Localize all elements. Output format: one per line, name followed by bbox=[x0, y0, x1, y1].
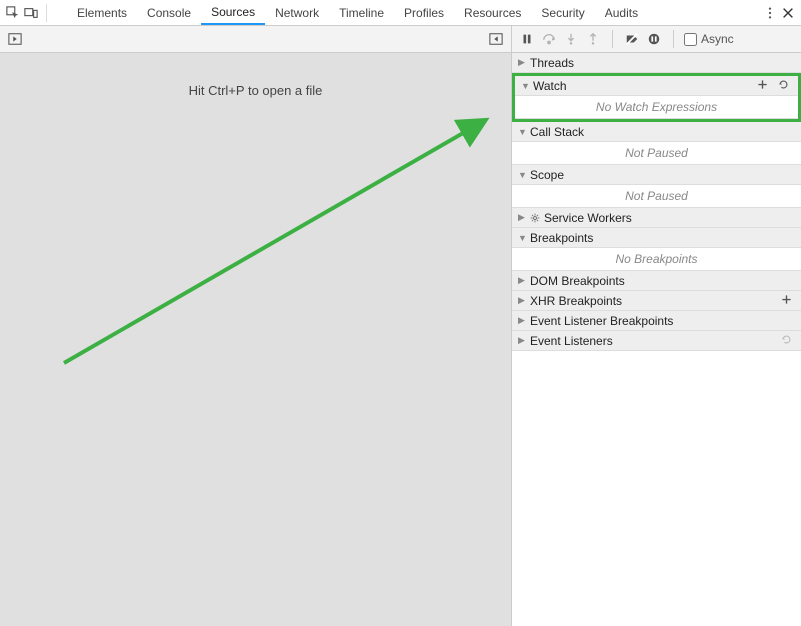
editor-area: Hit Ctrl+P to open a file bbox=[0, 53, 511, 626]
collapse-icon: ▼ bbox=[518, 127, 526, 137]
eventlistenerbp-header[interactable]: ▶ Event Listener Breakpoints bbox=[512, 311, 801, 331]
tab-label: Audits bbox=[605, 6, 638, 20]
editor-toolbar bbox=[0, 26, 511, 53]
section-label: Call Stack bbox=[530, 125, 795, 139]
collapse-icon: ▼ bbox=[521, 81, 529, 91]
section-label: Threads bbox=[530, 56, 795, 70]
tab-label: Elements bbox=[77, 6, 127, 20]
step-out-icon[interactable] bbox=[584, 30, 602, 48]
device-mode-icon[interactable] bbox=[22, 4, 40, 22]
separator bbox=[612, 30, 613, 48]
tab-network[interactable]: Network bbox=[265, 0, 329, 25]
step-into-icon[interactable] bbox=[562, 30, 580, 48]
show-debugger-icon[interactable] bbox=[487, 30, 505, 48]
inspect-element-icon[interactable] bbox=[4, 4, 22, 22]
expand-icon: ▶ bbox=[518, 335, 526, 346]
left-pane: Hit Ctrl+P to open a file bbox=[0, 26, 512, 626]
section-label: Event Listener Breakpoints bbox=[530, 314, 795, 328]
add-xhrbp-icon[interactable] bbox=[778, 294, 795, 308]
tab-label: Sources bbox=[211, 5, 255, 19]
editor-hint: Hit Ctrl+P to open a file bbox=[0, 83, 511, 98]
expand-icon: ▶ bbox=[518, 295, 526, 306]
serviceworkers-header[interactable]: ▶ Service Workers bbox=[512, 208, 801, 228]
section-label: DOM Breakpoints bbox=[530, 274, 795, 288]
tab-audits[interactable]: Audits bbox=[595, 0, 648, 25]
threads-header[interactable]: ▶ Threads bbox=[512, 53, 801, 73]
expand-icon: ▶ bbox=[518, 57, 526, 68]
annotation-arrow bbox=[0, 53, 512, 626]
eventlisteners-header[interactable]: ▶ Event Listeners bbox=[512, 331, 801, 351]
tab-security[interactable]: Security bbox=[531, 0, 594, 25]
watch-highlight: ▼ Watch No Watch Expressions bbox=[512, 73, 801, 122]
gear-icon bbox=[530, 213, 540, 223]
debugger-pane: Async ▶ Threads ▼ Watch No bbox=[512, 26, 801, 626]
tab-label: Network bbox=[275, 6, 319, 20]
scope-body: Not Paused bbox=[512, 185, 801, 208]
tab-label: Security bbox=[541, 6, 584, 20]
tab-elements[interactable]: Elements bbox=[67, 0, 137, 25]
breakpoints-body: No Breakpoints bbox=[512, 248, 801, 271]
section-label: Event Listeners bbox=[530, 334, 774, 348]
tab-label: Resources bbox=[464, 6, 521, 20]
deactivate-breakpoints-icon[interactable] bbox=[623, 30, 641, 48]
expand-icon: ▶ bbox=[518, 315, 526, 326]
tab-label: Console bbox=[147, 6, 191, 20]
async-label: Async bbox=[701, 32, 734, 46]
collapse-icon: ▼ bbox=[518, 170, 526, 180]
refresh-eventlisteners-icon[interactable] bbox=[778, 334, 795, 348]
expand-icon: ▶ bbox=[518, 212, 526, 223]
devtools-tabbar: Elements Console Sources Network Timelin… bbox=[0, 0, 801, 26]
separator bbox=[46, 4, 47, 22]
section-label: Service Workers bbox=[544, 211, 795, 225]
show-navigator-icon[interactable] bbox=[6, 30, 24, 48]
callstack-header[interactable]: ▼ Call Stack bbox=[512, 122, 801, 142]
scope-header[interactable]: ▼ Scope bbox=[512, 165, 801, 185]
debugger-toolbar: Async bbox=[512, 26, 801, 53]
async-checkbox[interactable]: Async bbox=[684, 32, 734, 46]
section-label: Breakpoints bbox=[530, 231, 795, 245]
add-watch-icon[interactable] bbox=[754, 79, 771, 93]
callstack-body: Not Paused bbox=[512, 142, 801, 165]
watch-header[interactable]: ▼ Watch bbox=[515, 76, 798, 96]
dombp-header[interactable]: ▶ DOM Breakpoints bbox=[512, 271, 801, 291]
step-over-icon[interactable] bbox=[540, 30, 558, 48]
refresh-watch-icon[interactable] bbox=[775, 79, 792, 93]
separator bbox=[673, 30, 674, 48]
tab-resources[interactable]: Resources bbox=[454, 0, 531, 25]
expand-icon: ▶ bbox=[518, 275, 526, 286]
tab-label: Timeline bbox=[339, 6, 384, 20]
collapse-icon: ▼ bbox=[518, 233, 526, 243]
async-checkbox-input[interactable] bbox=[684, 33, 697, 46]
tab-sources[interactable]: Sources bbox=[201, 0, 265, 25]
breakpoints-header[interactable]: ▼ Breakpoints bbox=[512, 228, 801, 248]
more-icon[interactable] bbox=[761, 4, 779, 22]
tab-profiles[interactable]: Profiles bbox=[394, 0, 454, 25]
debugger-sections: ▶ Threads ▼ Watch No Watch Expressions bbox=[512, 53, 801, 626]
tab-label: Profiles bbox=[404, 6, 444, 20]
tab-console[interactable]: Console bbox=[137, 0, 201, 25]
pause-on-exceptions-icon[interactable] bbox=[645, 30, 663, 48]
section-label: XHR Breakpoints bbox=[530, 294, 774, 308]
pause-icon[interactable] bbox=[518, 30, 536, 48]
tab-timeline[interactable]: Timeline bbox=[329, 0, 394, 25]
section-label: Watch bbox=[533, 79, 750, 93]
tabs-container: Elements Console Sources Network Timelin… bbox=[57, 0, 648, 25]
xhrbp-header[interactable]: ▶ XHR Breakpoints bbox=[512, 291, 801, 311]
section-label: Scope bbox=[530, 168, 795, 182]
close-icon[interactable] bbox=[779, 4, 797, 22]
main-area: Hit Ctrl+P to open a file bbox=[0, 26, 801, 626]
watch-body: No Watch Expressions bbox=[515, 96, 798, 119]
